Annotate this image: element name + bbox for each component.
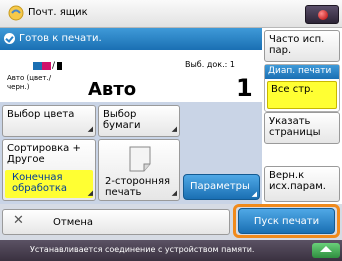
duplex-print-button[interactable]: 2-сторонняя печать ◢ <box>98 139 180 201</box>
print-range-panel: Диап. печати Все стр. <box>264 64 340 112</box>
color-mode-icon: / <box>33 61 62 71</box>
submenu-arrow-icon: ◢ <box>87 125 93 133</box>
start-print-button[interactable]: Пуск печати <box>238 208 335 234</box>
parameters-button[interactable]: Параметры ◢ <box>183 174 260 200</box>
duplex-print-label: 2-сторонняя печать <box>105 176 170 198</box>
status-text: Готов к печати. <box>19 33 102 44</box>
paper-select-button[interactable]: Выбор бумаги ◢ <box>98 105 180 137</box>
specify-pages-button[interactable]: Указать страницы <box>264 112 340 144</box>
eject-icon <box>320 246 332 252</box>
duplex-page-icon <box>129 146 151 172</box>
close-icon: ✕ <box>13 213 24 228</box>
ready-check-icon <box>4 33 15 44</box>
eject-button[interactable] <box>312 243 340 258</box>
selected-docs-label: Выб. док.: 1 <box>185 60 235 69</box>
sort-other-label: Сортировка + Другое <box>7 143 81 165</box>
parameters-label: Параметры <box>190 181 250 192</box>
color-mode-label: Авто (цвет./черн.) <box>7 74 52 91</box>
counter-check-icon <box>318 10 328 20</box>
cancel-label: Отмена <box>53 217 94 228</box>
selected-docs-value: 1 <box>236 74 253 102</box>
restore-defaults-label: Верн.к исх.парам. <box>269 170 326 192</box>
restore-defaults-button[interactable]: Верн.к исх.парам. <box>264 166 340 202</box>
start-print-label: Пуск печати <box>253 216 320 227</box>
top-bar: Почт. ящик <box>0 0 342 28</box>
color-select-button[interactable]: Выбор цвета ◢ <box>2 105 96 137</box>
all-pages-option[interactable]: Все стр. <box>267 81 337 109</box>
finishing-label: Конечная обработка <box>5 170 93 198</box>
submenu-arrow-icon: ◢ <box>87 189 93 197</box>
submenu-arrow-icon: ◢ <box>171 189 177 197</box>
footer-bar: Устанавливается соединение с устройством… <box>0 240 342 261</box>
mailbox-icon <box>8 5 24 21</box>
counter-check-button[interactable] <box>305 5 339 24</box>
color-mode-value: Авто <box>88 79 137 100</box>
submenu-arrow-icon: ◢ <box>171 125 177 133</box>
job-summary: / Авто (цвет./черн.) Авто Выб. док.: 1 1 <box>0 52 262 102</box>
page-title: Почт. ящик <box>28 7 88 18</box>
status-bar: Готов к печати. <box>0 28 262 50</box>
finishing-button[interactable]: Сортировка + Другое Конечная обработка ◢ <box>2 139 96 201</box>
color-select-label: Выбор цвета <box>7 109 75 120</box>
specify-pages-label: Указать страницы <box>269 116 321 138</box>
paper-select-label: Выбор бумаги <box>103 109 141 131</box>
frequent-settings-button[interactable]: Часто исп. пар. <box>264 30 340 62</box>
print-range-header: Диап. печати <box>265 65 339 79</box>
footer-message: Устанавливается соединение с устройством… <box>30 245 255 254</box>
frequent-settings-label: Часто исп. пар. <box>269 34 325 56</box>
cancel-button[interactable]: ✕ Отмена <box>2 209 230 235</box>
submenu-arrow-icon: ◢ <box>251 190 257 198</box>
